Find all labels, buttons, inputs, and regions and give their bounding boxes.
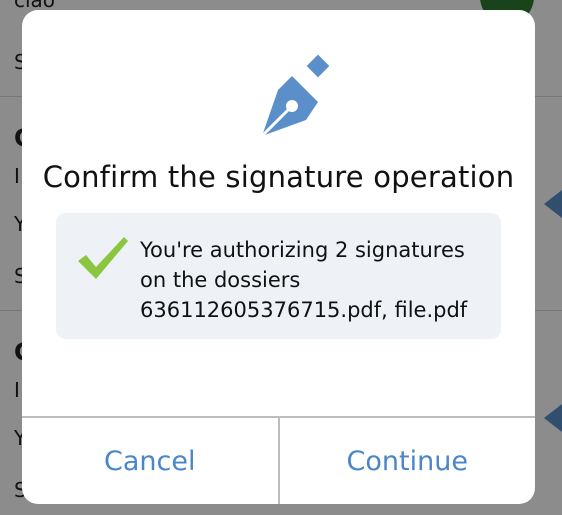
checkmark-icon bbox=[78, 237, 128, 279]
confirm-signature-dialog: Confirm the signature operation You're a… bbox=[22, 10, 535, 504]
signature-info-box: You're authorizing 2 signatures on the d… bbox=[56, 213, 501, 339]
message-line: You're authorizing 2 signatures bbox=[140, 238, 465, 262]
dialog-actions: Cancel Continue bbox=[22, 416, 535, 504]
dialog-title: Confirm the signature operation bbox=[42, 160, 515, 194]
message-line: 636112605376715.pdf, file.pdf bbox=[140, 298, 468, 322]
continue-button[interactable]: Continue bbox=[277, 418, 536, 504]
signature-message: You're authorizing 2 signatures on the d… bbox=[140, 235, 490, 325]
message-line: on the dossiers bbox=[140, 268, 301, 292]
cancel-button[interactable]: Cancel bbox=[22, 418, 278, 504]
fountain-pen-icon bbox=[260, 54, 330, 138]
